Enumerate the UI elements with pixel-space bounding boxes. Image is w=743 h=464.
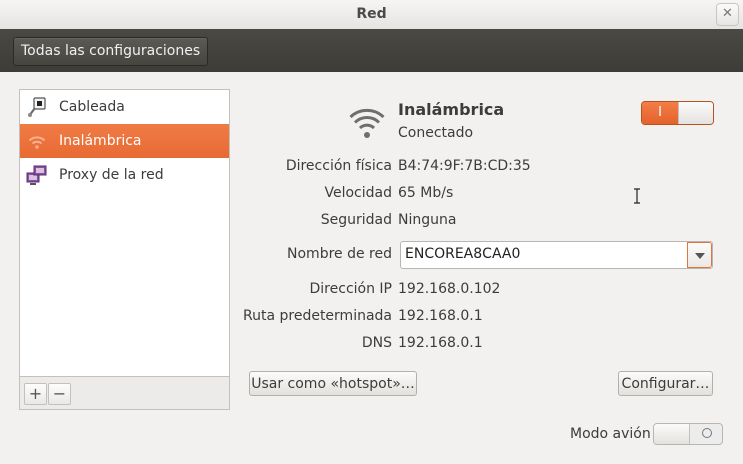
- device-list: Cableada Inalámbrica Proxy de la red: [19, 89, 230, 376]
- proxy-network-icon: [26, 165, 47, 185]
- sidebar-item-wired[interactable]: Cableada: [20, 90, 229, 124]
- close-window-button[interactable]: ✕: [716, 3, 739, 26]
- airplane-mode-switch[interactable]: [653, 423, 723, 445]
- remove-device-button[interactable]: −: [48, 383, 71, 405]
- device-name: Inalámbrica: [398, 100, 505, 119]
- wired-network-icon: [28, 97, 46, 117]
- sidebar-item-label: Inalámbrica: [59, 133, 142, 149]
- wifi-signal-icon: [349, 109, 385, 138]
- switch-knob: [654, 424, 690, 444]
- chevron-down-icon[interactable]: [687, 242, 712, 268]
- use-as-hotspot-button[interactable]: Usar como «hotspot»…: [249, 371, 417, 396]
- detail-value: 192.168.0.1: [398, 335, 483, 351]
- detail-value: Ninguna: [398, 212, 457, 228]
- switch-knob: [678, 102, 713, 124]
- detail-label: DNS: [361, 335, 392, 351]
- switch-off-mark: [702, 428, 712, 438]
- close-icon: ✕: [722, 6, 733, 21]
- device-list-actions: + −: [19, 376, 230, 410]
- detail-label: Dirección física: [285, 158, 392, 174]
- window-title: Red: [356, 6, 387, 22]
- add-device-button[interactable]: +: [24, 383, 47, 405]
- airplane-mode-label: Modo avión: [570, 426, 651, 442]
- detail-label: Seguridad: [320, 212, 392, 228]
- detail-label: Velocidad: [324, 185, 393, 201]
- switch-on-mark: I: [642, 102, 678, 124]
- sidebar-item-wireless[interactable]: Inalámbrica: [20, 124, 229, 158]
- window-titlebar: Red ✕: [0, 0, 743, 30]
- detail-value: 192.168.0.102: [398, 281, 501, 297]
- configure-button[interactable]: Configurar…: [618, 371, 713, 396]
- detail-label: Ruta predeterminada: [243, 308, 392, 324]
- text-cursor-icon: [634, 188, 640, 204]
- network-name-combo[interactable]: ENCOREA8CAA0: [400, 241, 713, 269]
- network-name-label: Nombre de red: [287, 246, 392, 262]
- all-settings-button[interactable]: Todas las configuraciones: [13, 37, 209, 66]
- detail-value: B4:74:9F:7B:CD:35: [398, 158, 531, 174]
- sidebar-item-label: Proxy de la red: [59, 167, 164, 183]
- detail-label: Dirección IP: [309, 281, 392, 297]
- toolbar: Todas las configuraciones: [0, 29, 743, 72]
- sidebar-item-label: Cableada: [59, 99, 125, 115]
- sidebar-item-proxy[interactable]: Proxy de la red: [20, 158, 229, 192]
- wifi-icon: [28, 136, 46, 149]
- connection-status: Conectado: [398, 125, 474, 141]
- detail-value: 65 Mb/s: [398, 185, 454, 201]
- detail-value: 192.168.0.1: [398, 308, 483, 324]
- network-name-value: ENCOREA8CAA0: [405, 246, 521, 262]
- wireless-enabled-switch[interactable]: I: [641, 101, 714, 125]
